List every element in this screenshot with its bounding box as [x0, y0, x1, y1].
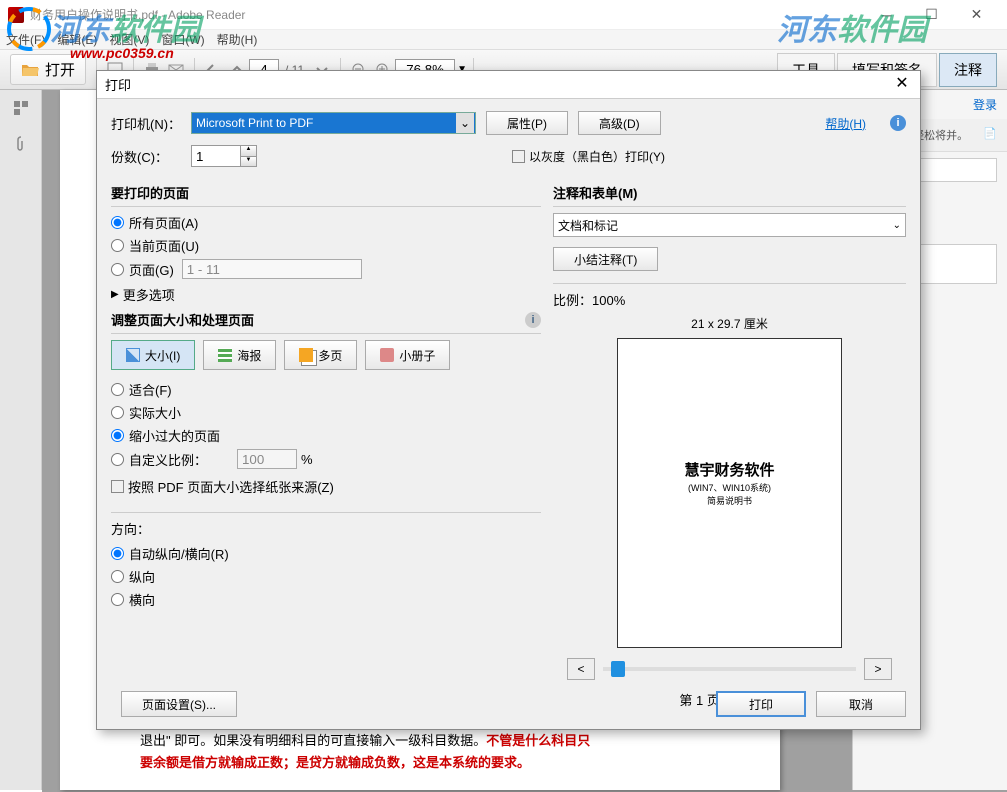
tab-size[interactable]: 大小(I) — [111, 340, 195, 370]
grayscale-label: 以灰度（黑白色）打印(Y) — [529, 148, 665, 165]
resize-group-title: 调整页面大小和处理页面 — [111, 310, 254, 329]
dimensions-label: 21 x 29.7 厘米 — [553, 315, 906, 332]
sidebar — [0, 90, 42, 790]
window-title: 财务用户操作说明书.pdf - Adobe Reader — [30, 6, 864, 23]
menu-file[interactable]: 文件(F) — [6, 31, 45, 48]
portrait-radio[interactable] — [111, 570, 124, 583]
dialog-title: 打印 — [105, 75, 892, 94]
current-page-radio[interactable] — [111, 239, 124, 252]
pdf-export-icon: 📄 — [983, 127, 997, 140]
properties-button[interactable]: 属性(P) — [486, 111, 568, 135]
poster-icon — [218, 348, 232, 362]
menu-help[interactable]: 帮助(H) — [217, 31, 258, 48]
dialog-close-button[interactable]: ✕ — [892, 75, 912, 95]
copies-spinner[interactable]: ▲▼ — [241, 145, 257, 167]
scale-label: 比例：100% — [553, 290, 906, 309]
preview-slider[interactable] — [603, 667, 856, 671]
landscape-radio[interactable] — [111, 593, 124, 606]
print-preview: 慧宇财务软件 (WIN7、WIN10系统) 简易说明书 — [617, 338, 842, 648]
thumbnails-icon[interactable] — [0, 90, 42, 126]
folder-open-icon — [21, 61, 39, 79]
preview-next-button[interactable]: > — [864, 658, 892, 680]
window-titlebar: 财务用户操作说明书.pdf - Adobe Reader ─ ☐ ✕ — [0, 0, 1007, 30]
minimize-button[interactable]: ─ — [864, 1, 909, 29]
scale-input[interactable] — [237, 449, 297, 469]
maximize-button[interactable]: ☐ — [909, 1, 954, 29]
custom-scale-radio[interactable] — [111, 453, 124, 466]
tab-comments[interactable]: 注释 — [939, 53, 997, 87]
watermark-url: www.pc0359.cn — [70, 45, 174, 61]
size-icon — [126, 348, 140, 362]
tab-poster[interactable]: 海报 — [203, 340, 276, 370]
shrink-radio[interactable] — [111, 429, 124, 442]
page-setup-button[interactable]: 页面设置(S)... — [121, 691, 237, 717]
close-button[interactable]: ✕ — [954, 1, 999, 29]
advanced-button[interactable]: 高级(D) — [578, 111, 661, 135]
copies-input[interactable] — [191, 145, 241, 167]
comments-group-title: 注释和表单(M) — [553, 183, 906, 202]
paper-source-checkbox[interactable] — [111, 480, 124, 493]
chevron-down-icon: ⌄ — [456, 113, 474, 133]
orientation-label: 方向： — [111, 519, 541, 538]
grayscale-checkbox[interactable] — [512, 150, 525, 163]
help-link[interactable]: 帮助(H) — [825, 115, 866, 132]
printer-select[interactable]: Microsoft Print to PDF⌄ — [191, 112, 476, 134]
dialog-titlebar: 打印 ✕ — [97, 71, 920, 99]
app-icon — [8, 7, 24, 23]
copies-label: 份数(C)： — [111, 147, 191, 166]
info-icon-2[interactable]: i — [525, 312, 541, 328]
preview-prev-button[interactable]: < — [567, 658, 595, 680]
info-icon[interactable]: i — [890, 115, 906, 131]
tab-booklet[interactable]: 小册子 — [365, 340, 450, 370]
all-pages-radio[interactable] — [111, 216, 124, 229]
auto-orient-radio[interactable] — [111, 547, 124, 560]
attachments-icon[interactable] — [0, 126, 42, 162]
pages-group-title: 要打印的页面 — [111, 183, 541, 202]
page-range-input[interactable] — [182, 259, 362, 279]
fit-radio[interactable] — [111, 383, 124, 396]
printer-label: 打印机(N)： — [111, 114, 191, 133]
tab-multi[interactable]: 多页 — [284, 340, 357, 370]
page-range-radio[interactable] — [111, 263, 124, 276]
actual-radio[interactable] — [111, 406, 124, 419]
print-button[interactable]: 打印 — [716, 691, 806, 717]
print-dialog: 打印 ✕ 打印机(N)： Microsoft Print to PDF⌄ 属性(… — [96, 70, 921, 730]
multi-icon — [299, 348, 313, 362]
comments-select[interactable]: 文档和标记⌄ — [553, 213, 906, 237]
more-options-toggle[interactable]: ▶更多选项 — [111, 285, 541, 304]
summarize-button[interactable]: 小结注释(T) — [553, 247, 658, 271]
cancel-button[interactable]: 取消 — [816, 691, 906, 717]
booklet-icon — [380, 348, 394, 362]
